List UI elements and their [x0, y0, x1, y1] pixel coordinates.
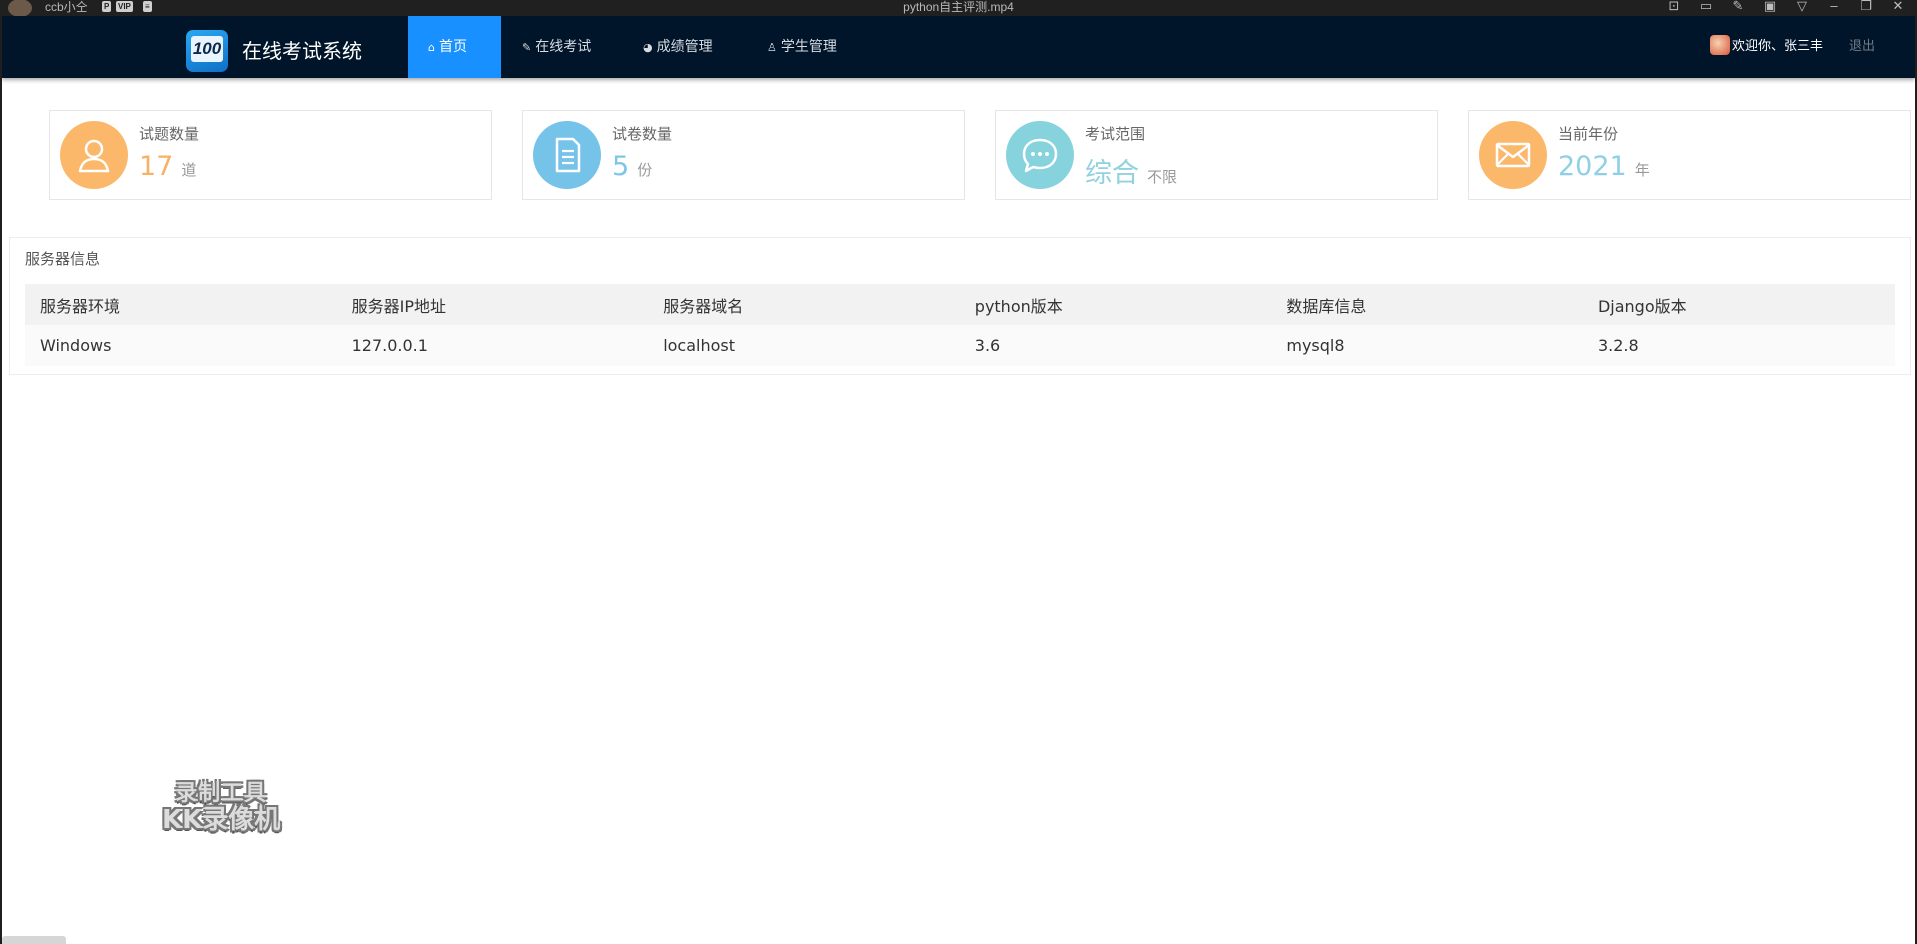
nav-label: 首页	[438, 39, 467, 55]
save-icon[interactable]: ▭	[1697, 0, 1715, 14]
stat-card-current-year: 当前年份 2021 年	[1468, 110, 1911, 200]
table-cell: mysql8	[1286, 336, 1345, 355]
column-header: 服务器环境	[40, 296, 121, 316]
user-avatar	[1709, 35, 1730, 55]
document-icon	[533, 121, 601, 189]
stat-value-line: 综合 不限	[1085, 151, 1177, 190]
table-header-row: 服务器环境 服务器IP地址 服务器域名 python版本 数据库信息 Djang…	[25, 284, 1895, 325]
stat-label: 试卷数量	[612, 125, 673, 143]
column-header: 服务器IP地址	[351, 296, 446, 316]
column-header: python版本	[974, 296, 1063, 316]
app-title: 在线考试系统	[242, 39, 362, 63]
restore-icon[interactable]: ❐	[1857, 0, 1875, 14]
column-header: 数据库信息	[1286, 296, 1367, 316]
player-title-bar: ccb小仝 P VIP ≡ python自主评测.mp4 ⊡ ▭ ✎ ▣ ▽ –…	[0, 0, 1917, 17]
player-file-title: python自主评测.mp4	[903, 0, 1014, 14]
stat-value: 17	[139, 151, 174, 182]
nav-label: 学生管理	[780, 39, 837, 55]
nav-online-exam[interactable]: ✎ 在线考试	[502, 16, 611, 78]
stat-unit: 年	[1634, 161, 1650, 179]
stat-value-line: 17 道	[139, 151, 196, 182]
user-icon	[60, 121, 128, 189]
stat-card-exam-scope: 考试范围 综合 不限	[995, 110, 1438, 200]
app-logo[interactable]: 100	[186, 30, 228, 72]
stat-label: 试题数量	[139, 125, 200, 143]
stat-unit: 不限	[1147, 168, 1178, 186]
welcome-text: 欢迎你、张三丰	[1731, 39, 1823, 54]
table-cell: Windows	[40, 336, 112, 355]
stat-card-papers: 试卷数量 5份	[522, 110, 965, 200]
server-info-panel: 服务器信息 服务器环境 服务器IP地址 服务器域名 python版本 数据库信息…	[9, 237, 1911, 375]
person-icon: ♙	[767, 41, 777, 54]
table-cell: 3.6	[974, 336, 1001, 355]
home-icon: ⌂	[428, 41, 435, 54]
panel-title: 服务器信息	[25, 250, 101, 268]
table-cell: 3.2.8	[1597, 336, 1639, 355]
stat-unit: 份	[637, 161, 653, 179]
nav-label: 成绩管理	[656, 39, 713, 55]
nav-label: 在线考试	[535, 39, 592, 55]
window-icon[interactable]: ▣	[1761, 0, 1779, 14]
minimize-icon[interactable]: –	[1825, 0, 1843, 14]
stat-value: 综合	[1085, 158, 1139, 189]
table-row: Windows 127.0.0.1 localhost 3.6 mysql8 3…	[25, 325, 1895, 366]
mail-icon	[1479, 121, 1547, 189]
dropdown-icon[interactable]: ▽	[1793, 0, 1811, 14]
nav-student-management[interactable]: ♙ 学生管理	[747, 16, 857, 78]
recorder-watermark: 录制工具 KK录像机	[162, 781, 280, 836]
nav-score-management[interactable]: ◕ 成绩管理	[623, 16, 733, 78]
nav-home[interactable]: ⌂ 首页	[408, 16, 501, 78]
brush-icon[interactable]: ✎	[1729, 0, 1747, 14]
chat-icon	[1006, 121, 1074, 189]
stat-value: 2021	[1558, 151, 1627, 182]
logout-link[interactable]: 退出	[1849, 16, 1875, 78]
watermark-line2: KK录像机	[162, 805, 281, 836]
watermark-line1: 录制工具	[175, 781, 268, 806]
welcome-user[interactable]: 欢迎你、张三丰	[1709, 16, 1823, 78]
column-header: Django版本	[1597, 296, 1687, 316]
stat-value: 5	[612, 151, 630, 182]
column-header: 服务器域名	[663, 296, 744, 316]
app-window: 100 在线考试系统 ⌂ 首页 ✎ 在线考试 ◕ 成绩管理 ♙ 学生管理 欢迎你、张三丰…	[2, 16, 1915, 944]
stat-card-questions: 试题数量 17 道	[49, 110, 492, 200]
stat-label: 当前年份	[1558, 125, 1619, 143]
server-info-table: 服务器环境 服务器IP地址 服务器域名 python版本 数据库信息 Djang…	[25, 284, 1895, 366]
edit-icon: ✎	[522, 41, 532, 54]
stat-label: 考试范围	[1085, 125, 1146, 143]
logo-text: 100	[191, 36, 223, 62]
stat-value-line: 5份	[612, 151, 652, 182]
bottom-scroll-tab[interactable]	[2, 936, 66, 944]
top-navbar: 100 在线考试系统 ⌂ 首页 ✎ 在线考试 ◕ 成绩管理 ♙ 学生管理 欢迎你、张三丰…	[2, 16, 1915, 78]
chart-icon: ◕	[643, 41, 653, 54]
table-cell: localhost	[663, 336, 736, 355]
player-window-controls: ⊡ ▭ ✎ ▣ ▽ – ❐ ✕	[1665, 0, 1907, 14]
close-icon[interactable]: ✕	[1889, 0, 1907, 14]
stat-unit: 道	[181, 161, 197, 179]
gamepad-icon[interactable]: ⊡	[1665, 0, 1683, 14]
stat-value-line: 2021 年	[1558, 151, 1650, 182]
table-cell: 127.0.0.1	[351, 336, 428, 355]
